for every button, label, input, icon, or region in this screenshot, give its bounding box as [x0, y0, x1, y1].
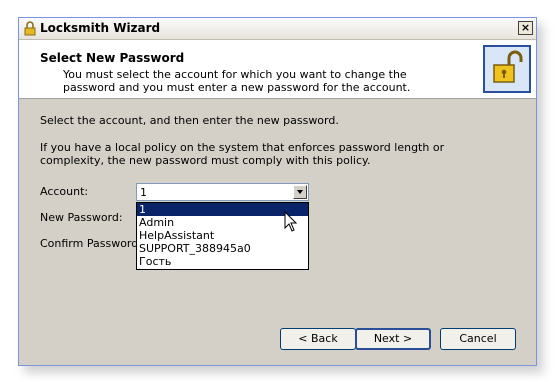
- confirm-password-label: Confirm Password:: [40, 237, 142, 250]
- policy-text: If you have a local policy on the system…: [40, 141, 445, 167]
- cancel-button[interactable]: Cancel: [440, 328, 516, 350]
- account-option[interactable]: Гость: [137, 255, 308, 268]
- close-icon: ×: [520, 21, 531, 34]
- page-title: Select New Password: [40, 51, 185, 65]
- account-option[interactable]: 1: [137, 203, 308, 216]
- account-option[interactable]: SUPPORT_388945a0: [137, 242, 308, 255]
- account-option[interactable]: Admin: [137, 216, 308, 229]
- padlock-icon: [24, 21, 36, 36]
- new-password-label: New Password:: [40, 211, 123, 224]
- instruction-text: Select the account, and then enter the n…: [40, 114, 339, 127]
- account-option[interactable]: HelpAssistant: [137, 229, 308, 242]
- window-title: Locksmith Wizard: [40, 21, 161, 35]
- account-combobox[interactable]: 1: [136, 183, 309, 201]
- wizard-header: Select New Password You must select the …: [19, 40, 536, 99]
- chevron-down-icon[interactable]: [293, 185, 307, 199]
- close-button[interactable]: ×: [518, 21, 533, 35]
- back-button[interactable]: < Back: [280, 328, 356, 350]
- locksmith-wizard-window: Locksmith Wizard × Select New Password Y…: [18, 17, 537, 366]
- account-selected-value: 1: [140, 186, 147, 199]
- title-bar: Locksmith Wizard ×: [19, 18, 536, 40]
- account-label: Account:: [40, 185, 89, 198]
- page-subtitle: You must select the account for which yo…: [63, 68, 411, 94]
- next-button[interactable]: Next >: [355, 328, 431, 350]
- open-padlock-icon: [483, 45, 531, 93]
- mouse-cursor-icon: [284, 211, 298, 232]
